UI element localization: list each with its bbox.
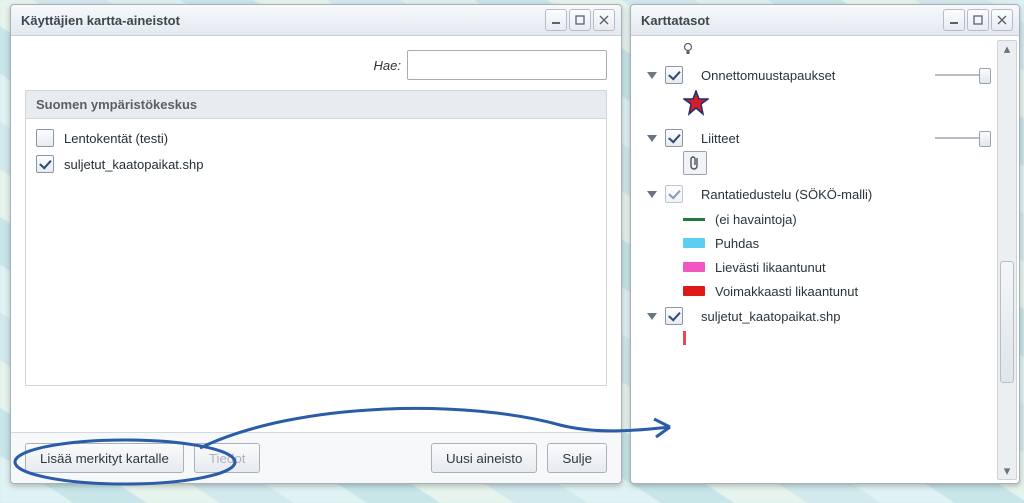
legend-swatch — [683, 286, 705, 296]
paperclip-icon — [683, 151, 707, 175]
button-row: Lisää merkityt kartalle Tiedot Uusi aine… — [11, 432, 621, 483]
checkbox[interactable] — [665, 129, 683, 147]
add-selected-button[interactable]: Lisää merkityt kartalle — [25, 443, 184, 473]
scroll-thumb[interactable] — [1000, 261, 1014, 383]
checkbox[interactable] — [36, 155, 54, 173]
layer-rantatiedustelu[interactable]: Rantatiedustelu (SÖKÖ-malli) — [639, 181, 997, 207]
legend-swatch — [683, 238, 705, 248]
expand-icon[interactable] — [647, 135, 657, 142]
layer-label: suljetut_kaatopaikat.shp — [701, 309, 840, 324]
panel-title: Karttatasot — [641, 13, 941, 28]
layer-suljetut-kaatopaikat[interactable]: suljetut_kaatopaikat.shp — [639, 303, 997, 329]
dataset-label: suljetut_kaatopaikat.shp — [64, 157, 203, 172]
dataset-item-lentokentat[interactable]: Lentokentät (testi) — [30, 125, 602, 151]
layer-symbol — [683, 331, 686, 345]
dataset-list: Lentokentät (testi) suljetut_kaatopaikat… — [25, 119, 607, 386]
legend-label: Lievästi likaantunut — [715, 260, 826, 275]
map-layers-panel: Karttatasot Onnettomuustapaukset Liittee… — [630, 4, 1020, 484]
dataset-group-header: Suomen ympäristökeskus — [25, 90, 607, 119]
close-panel-button[interactable]: Sulje — [547, 443, 607, 473]
legend-swatch — [683, 218, 705, 221]
layer-label: Onnettomuustapaukset — [701, 68, 835, 83]
checkbox[interactable] — [665, 66, 683, 84]
minimize-button[interactable] — [943, 9, 965, 31]
maximize-button[interactable] — [967, 9, 989, 31]
opacity-slider[interactable] — [935, 133, 991, 143]
search-label: Hae: — [374, 58, 401, 73]
legend-puhdas: Puhdas — [639, 231, 997, 255]
lightbulb-icon — [683, 40, 997, 58]
layer-label: Rantatiedustelu (SÖKÖ-malli) — [701, 187, 872, 202]
legend-label: Puhdas — [715, 236, 759, 251]
legend-voimakkaasti: Voimakkaasti likaantunut — [639, 279, 997, 303]
dataset-item-suljetut[interactable]: suljetut_kaatopaikat.shp — [30, 151, 602, 177]
panel-title: Käyttäjien kartta-aineistot — [21, 13, 543, 28]
layer-label: Liitteet — [701, 131, 739, 146]
user-map-data-panel: Käyttäjien kartta-aineistot Hae: Suomen … — [10, 4, 622, 484]
layer-tree: Onnettomuustapaukset Liitteet Rantatiedu… — [639, 40, 997, 480]
legend-label: (ei havaintoja) — [715, 212, 797, 227]
search-input[interactable] — [407, 50, 607, 80]
star-icon — [683, 90, 709, 116]
opacity-slider[interactable] — [935, 70, 991, 80]
legend-swatch — [683, 262, 705, 272]
layer-onnettomuustapaukset[interactable]: Onnettomuustapaukset — [639, 62, 997, 88]
checkbox[interactable] — [665, 307, 683, 325]
scrollbar[interactable]: ▴ ▾ — [997, 40, 1017, 480]
legend-ei-havaintoja: (ei havaintoja) — [639, 207, 997, 231]
user-map-data-header[interactable]: Käyttäjien kartta-aineistot — [11, 5, 621, 36]
minimize-button[interactable] — [545, 9, 567, 31]
expand-icon[interactable] — [647, 191, 657, 198]
close-button[interactable] — [991, 9, 1013, 31]
expand-icon[interactable] — [647, 72, 657, 79]
checkbox[interactable] — [665, 185, 683, 203]
info-button: Tiedot — [194, 443, 261, 473]
checkbox[interactable] — [36, 129, 54, 147]
close-button[interactable] — [593, 9, 615, 31]
scroll-down-icon[interactable]: ▾ — [998, 463, 1016, 479]
dataset-label: Lentokentät (testi) — [64, 131, 168, 146]
new-dataset-button[interactable]: Uusi aineisto — [431, 443, 537, 473]
expand-icon[interactable] — [647, 313, 657, 320]
legend-lievasti: Lievästi likaantunut — [639, 255, 997, 279]
scroll-up-icon[interactable]: ▴ — [998, 41, 1016, 57]
legend-label: Voimakkaasti likaantunut — [715, 284, 858, 299]
maximize-button[interactable] — [569, 9, 591, 31]
map-layers-header[interactable]: Karttatasot — [631, 5, 1019, 36]
layer-liitteet[interactable]: Liitteet — [639, 125, 997, 151]
